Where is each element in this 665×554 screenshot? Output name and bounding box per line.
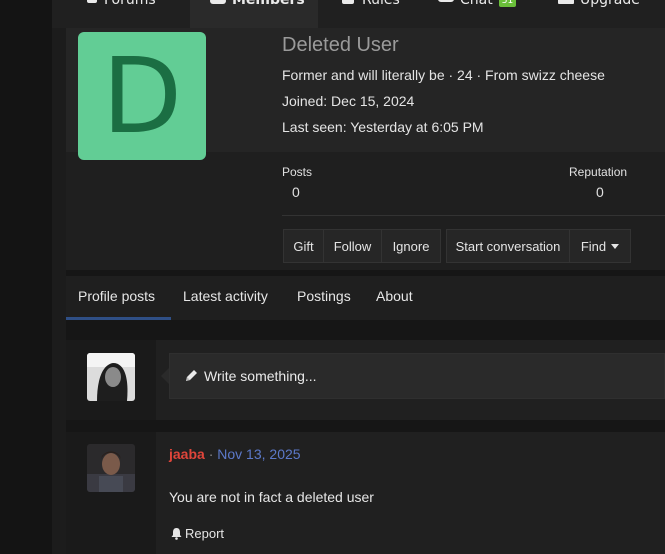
- users-icon: [210, 0, 226, 4]
- start-conversation-button[interactable]: Start conversation: [446, 229, 570, 263]
- comments-icon: [87, 0, 97, 3]
- nav-chat-label: Chat: [460, 0, 493, 8]
- left-sidebar: [0, 0, 52, 554]
- profile-last-seen: Last seen: Yesterday at 6:05 PM: [282, 119, 484, 135]
- chevron-down-icon: [611, 243, 620, 249]
- upgrade-icon: [558, 0, 574, 4]
- find-button[interactable]: Find: [569, 229, 631, 263]
- composer-notch: [161, 368, 169, 384]
- posts-label[interactable]: Posts: [282, 165, 312, 179]
- nav-upgrade-label: Upgrade: [580, 0, 640, 8]
- nav-rules-label: Rules: [362, 0, 400, 8]
- profile-joined: Joined: Dec 15, 2024: [282, 93, 414, 109]
- post-author-link[interactable]: jaaba: [169, 446, 205, 462]
- follow-button[interactable]: Follow: [323, 229, 382, 263]
- joined-date: Dec 15, 2024: [331, 93, 415, 109]
- write-something-placeholder: Write something...: [204, 368, 317, 384]
- tab-postings[interactable]: Postings: [297, 288, 351, 304]
- pencil-icon: [186, 370, 197, 381]
- joined-label: Joined:: [282, 93, 328, 109]
- chat-count-badge: 51: [498, 0, 517, 7]
- last-seen-label: Last seen:: [282, 119, 347, 135]
- bell-icon: [171, 528, 182, 540]
- find-button-label: Find: [580, 238, 607, 254]
- nav-upgrade[interactable]: Upgrade: [558, 0, 640, 28]
- ignore-button[interactable]: Ignore: [381, 229, 441, 263]
- report-label: Report: [185, 526, 225, 541]
- tab-profile-posts[interactable]: Profile posts: [78, 288, 155, 304]
- nav-rules[interactable]: Rules: [340, 0, 400, 28]
- profile-tabs: [66, 276, 665, 320]
- gift-button[interactable]: Gift: [283, 229, 324, 263]
- nav-forums-label: Forums: [104, 0, 156, 8]
- post-meta: jaaba · Nov 13, 2025: [169, 446, 301, 462]
- post-body: You are not in fact a deleted user: [169, 489, 374, 505]
- last-seen-value[interactable]: Yesterday at 6:05 PM: [350, 119, 483, 135]
- post-date-link[interactable]: Nov 13, 2025: [217, 446, 300, 462]
- nav-members[interactable]: Members: [190, 0, 318, 28]
- write-something-input[interactable]: Write something...: [169, 353, 665, 399]
- avatar-letter: D: [101, 35, 183, 157]
- profile-divider: [282, 215, 665, 216]
- tab-about[interactable]: About: [376, 288, 413, 304]
- nav-forums[interactable]: Forums: [82, 0, 156, 28]
- report-button[interactable]: Report: [170, 526, 224, 541]
- post-author-avatar[interactable]: [87, 444, 135, 492]
- profile-username: Deleted User: [282, 34, 399, 56]
- nav-chat[interactable]: Chat 51: [438, 0, 517, 28]
- chat-icon: [438, 0, 454, 2]
- current-user-avatar[interactable]: [87, 353, 135, 401]
- tab-latest-activity[interactable]: Latest activity: [183, 288, 268, 304]
- profile-avatar[interactable]: D: [78, 32, 206, 160]
- nav-members-label: Members: [232, 0, 305, 8]
- profile-tagline: Former and will literally be · 24 · From…: [282, 67, 605, 83]
- scroll-icon: [342, 0, 354, 4]
- page-gutter: [52, 0, 66, 554]
- posts-value[interactable]: 0: [292, 184, 300, 200]
- nav-forums-dropdown[interactable]: [165, 0, 189, 28]
- active-tab-indicator: [66, 317, 171, 320]
- meta-separator: ·: [208, 446, 214, 462]
- reputation-value: 0: [596, 184, 604, 200]
- reputation-label: Reputation: [569, 165, 628, 179]
